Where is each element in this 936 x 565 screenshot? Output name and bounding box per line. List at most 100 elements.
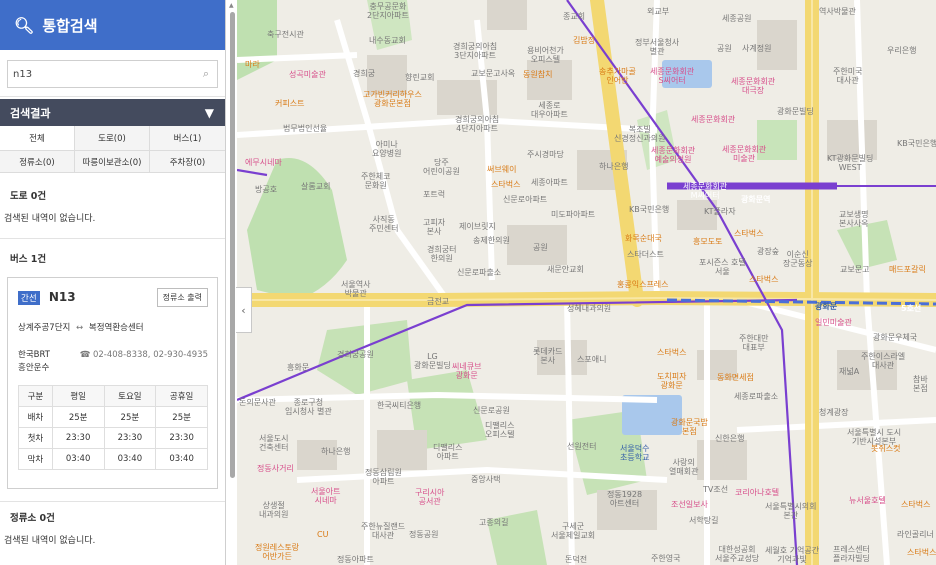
- bus-number[interactable]: N13: [49, 290, 76, 304]
- map-label[interactable]: 교보생명 본사사옥: [839, 210, 868, 228]
- map-label[interactable]: 경희궁터 한의원: [427, 245, 456, 263]
- map-label[interactable]: 서울특별시의회 본관: [765, 502, 817, 520]
- map-label[interactable]: 홍콩익스프레스: [617, 280, 669, 289]
- map-label[interactable]: 주한이스라엘 대사관: [861, 352, 905, 370]
- map-label[interactable]: 향린교회: [405, 73, 434, 82]
- map-label[interactable]: 종로구청 임시청사 별관: [285, 398, 332, 416]
- map-label[interactable]: 세종아파트: [531, 178, 568, 187]
- map-label[interactable]: 도치피자 광화문: [657, 372, 686, 390]
- map-label[interactable]: 에무시네마: [245, 158, 282, 167]
- map-label[interactable]: 정동1928 아트센터: [607, 490, 642, 508]
- map-label[interactable]: 선원전터: [567, 442, 596, 451]
- map-label[interactable]: 참바 본점: [913, 375, 928, 393]
- map-label[interactable]: 종교회: [563, 12, 585, 21]
- map-label[interactable]: 이순신 장군동상: [783, 250, 812, 268]
- map-label[interactable]: 동원참치: [523, 70, 552, 79]
- map-label[interactable]: 서울도시 건축센터: [259, 434, 288, 452]
- map-label[interactable]: 스포애니: [577, 355, 606, 364]
- map-label[interactable]: 주한체코 문화원: [361, 172, 390, 190]
- map-label[interactable]: 뉴서울호텔: [849, 496, 886, 505]
- map-label[interactable]: 금전교: [427, 297, 449, 306]
- map-label[interactable]: 신문로파출소: [457, 268, 501, 277]
- map-label[interactable]: 프레스센터 플라자빌딩: [833, 545, 870, 563]
- map-label[interactable]: 흥화문: [287, 363, 309, 372]
- map-label[interactable]: 정동삼림원 아파트: [365, 468, 402, 486]
- map-label[interactable]: 광장숲: [757, 247, 779, 256]
- map-label[interactable]: 스타벅스: [491, 180, 520, 189]
- caret-down-icon[interactable]: ▼: [205, 106, 214, 120]
- map-label[interactable]: 돈의문사관: [239, 398, 276, 407]
- map-view[interactable]: 충무공문화 2단지아파트 종교회 외교부 세종공원 역사박물관 축구전시관 내수…: [237, 0, 936, 565]
- map-label[interactable]: 광화문우체국: [873, 333, 917, 342]
- map-label[interactable]: 세월호 기억공간 기억과빛: [765, 546, 819, 564]
- map-label[interactable]: 새문안교회: [547, 265, 584, 274]
- map-label[interactable]: 경희궁: [353, 69, 375, 78]
- map-label[interactable]: 정동사거리: [257, 464, 294, 473]
- map-label[interactable]: 공원: [717, 44, 732, 53]
- map-label[interactable]: 미도파아파트: [551, 210, 595, 219]
- map-label[interactable]: 김밥정: [573, 36, 595, 45]
- map-label[interactable]: 주한미국 대사관: [833, 67, 862, 85]
- map-label[interactable]: 서학탕길: [689, 516, 718, 525]
- map-label[interactable]: 서울아트 시네마: [311, 487, 340, 505]
- map-label[interactable]: 돈덕전: [565, 555, 587, 564]
- map-label[interactable]: 스타벅스: [907, 548, 936, 557]
- map-label[interactable]: 사직동 주민센터: [369, 215, 398, 233]
- map-label[interactable]: 경희궁의아침 4단지아파트: [455, 115, 499, 133]
- map-label[interactable]: 청계광장: [819, 408, 848, 417]
- map-label[interactable]: 주한영국: [651, 554, 680, 563]
- map-label[interactable]: 스타더스트: [627, 250, 664, 259]
- map-label[interactable]: 살롬교회: [301, 182, 330, 191]
- print-stops-button[interactable]: 정류소 출력: [156, 288, 208, 307]
- map-label[interactable]: 방공호: [255, 185, 277, 194]
- map-label[interactable]: 중앙사택: [471, 475, 500, 484]
- map-label[interactable]: 디팰리스 오피스텔: [485, 421, 514, 439]
- map-label[interactable]: 서울역사 박물관: [341, 280, 370, 298]
- map-label[interactable]: 정원레스토랑 어반가든: [255, 543, 299, 561]
- map-label[interactable]: 정동아파트: [337, 555, 374, 564]
- map-label[interactable]: 대한성공회 서울주교성당: [715, 545, 759, 563]
- map-label[interactable]: 매드포갈릭: [889, 265, 926, 274]
- map-label[interactable]: 구세군 서울제일교회: [551, 522, 595, 540]
- map-label[interactable]: 봇쥐스컷: [871, 444, 900, 453]
- map-label[interactable]: 축구전시관: [267, 30, 304, 39]
- map-label[interactable]: 마라: [245, 60, 260, 69]
- tab-parking[interactable]: 주차장(0): [150, 151, 225, 173]
- map-label[interactable]: 구리시아 공서관: [415, 488, 444, 506]
- search-input[interactable]: [8, 61, 217, 87]
- map-label[interactable]: KT플라자: [704, 207, 736, 216]
- map-label[interactable]: 충무공문화 2단지아파트: [367, 2, 409, 20]
- map-label[interactable]: 세종로파출소: [734, 392, 778, 401]
- map-label[interactable]: 하나은행: [599, 162, 628, 171]
- map-label[interactable]: 세종문화회관 S씨어터: [650, 67, 694, 85]
- map-label[interactable]: 신문로공원: [473, 406, 510, 415]
- map-label[interactable]: KB국민은행: [897, 139, 936, 148]
- map-label[interactable]: 신문로아파트: [503, 195, 547, 204]
- map-label[interactable]: 커피스트: [275, 99, 304, 108]
- map-label[interactable]: 경희궁의아침 3단지아파트: [453, 42, 497, 60]
- map-label[interactable]: 스타벅스: [657, 348, 686, 357]
- collapse-panel-button[interactable]: ‹: [236, 287, 252, 333]
- map-label[interactable]: 세종문화회관: [691, 115, 735, 124]
- map-label[interactable]: 세종문화회관 M씨어터: [683, 182, 727, 200]
- map-label[interactable]: 일민미술관: [815, 318, 852, 327]
- tab-bike-station[interactable]: 따릉이보관소(0): [75, 151, 150, 173]
- map-label[interactable]: 아미나 요양병원: [372, 140, 401, 158]
- map-label[interactable]: 성혜내과의원: [567, 304, 611, 313]
- map-label[interactable]: CU: [317, 530, 328, 539]
- tab-bus[interactable]: 버스(1): [150, 126, 225, 151]
- map-label[interactable]: 경희궁공원: [337, 350, 374, 359]
- map-label[interactable]: KT광화문빌딩 WEST: [827, 154, 873, 172]
- map-label[interactable]: 정동공원: [409, 530, 438, 539]
- map-label[interactable]: 포트럭: [423, 190, 445, 199]
- map-label[interactable]: 고종의길: [479, 518, 508, 527]
- map-label[interactable]: 광화문빌딩: [777, 107, 814, 116]
- map-label[interactable]: 상생절 내과의원: [259, 501, 288, 519]
- map-label[interactable]: 주한뉴질랜드 대사관: [361, 522, 405, 540]
- map-label[interactable]: 교보문고: [840, 265, 869, 274]
- map-label[interactable]: 외교부: [647, 7, 669, 16]
- map-label[interactable]: 서울덕수 초등학교: [620, 444, 649, 462]
- map-label[interactable]: 성곡미술관: [289, 70, 326, 79]
- map-label[interactable]: 세종문화회관 미술관: [722, 145, 766, 163]
- map-label[interactable]: 한국씨티은행: [377, 401, 421, 410]
